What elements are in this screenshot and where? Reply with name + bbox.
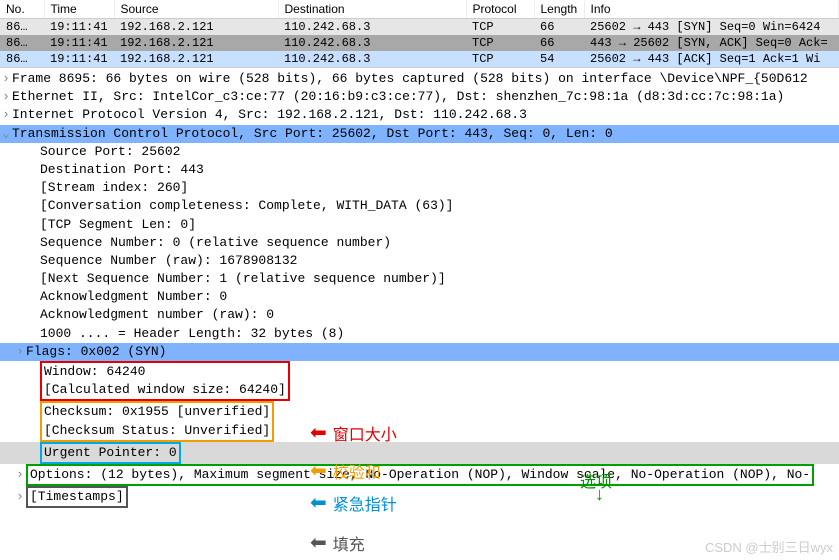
tcp-conversation[interactable]: [Conversation completeness: Complete, WI… bbox=[0, 197, 839, 215]
caret-right-icon: › bbox=[14, 343, 26, 361]
col-length[interactable]: Length bbox=[534, 0, 584, 19]
highlight-box-checksum: Checksum: 0x1955 [unverified] [Checksum … bbox=[40, 401, 274, 441]
tcp-urgent-line[interactable]: Urgent Pointer: 0 bbox=[0, 442, 839, 464]
tcp-stream[interactable]: [Stream index: 260] bbox=[0, 179, 839, 197]
arrow-left-icon: ⬅ bbox=[310, 490, 327, 515]
tcp-urgent: Urgent Pointer: 0 bbox=[44, 445, 177, 460]
packet-row[interactable]: 86… 19:11:41 192.168.2.121 110.242.68.3 … bbox=[0, 35, 839, 51]
caret-right-icon: › bbox=[0, 106, 12, 124]
arrow-left-icon: ⬅ bbox=[310, 530, 327, 555]
tcp-options: Options: (12 bytes), Maximum segment siz… bbox=[30, 467, 810, 482]
arrow-left-icon: ⬅ bbox=[310, 458, 327, 483]
arrow-left-icon: ⬅ bbox=[310, 420, 327, 445]
tcp-srcport[interactable]: Source Port: 25602 bbox=[0, 143, 839, 161]
caret-right-icon: › bbox=[0, 88, 12, 106]
tcp-window: Window: 64240 bbox=[44, 363, 286, 381]
col-info[interactable]: Info bbox=[584, 0, 839, 19]
caret-right-icon: › bbox=[14, 488, 26, 506]
tcp-hdrlen[interactable]: 1000 .... = Header Length: 32 bytes (8) bbox=[0, 325, 839, 343]
tcp-nextseq[interactable]: [Next Sequence Number: 1 (relative seque… bbox=[0, 270, 839, 288]
tcp-ack[interactable]: Acknowledgment Number: 0 bbox=[0, 288, 839, 306]
annotation-fill: ⬅填充 bbox=[310, 530, 365, 555]
tcp-timestamps: [Timestamps] bbox=[30, 489, 124, 504]
tcp-seglen[interactable]: [TCP Segment Len: 0] bbox=[0, 216, 839, 234]
tcp-checksum-group[interactable]: Checksum: 0x1955 [unverified] [Checksum … bbox=[0, 401, 839, 441]
tree-frame[interactable]: ›Frame 8695: 66 bytes on wire (528 bits)… bbox=[0, 70, 839, 88]
caret-right-icon: › bbox=[0, 70, 12, 88]
annotation-checksum: ⬅校验和 bbox=[310, 458, 381, 483]
highlight-box-urgent: Urgent Pointer: 0 bbox=[40, 442, 181, 464]
highlight-box-window: Window: 64240 [Calculated window size: 6… bbox=[40, 361, 290, 401]
arrow-down-icon: ↓ bbox=[594, 486, 605, 506]
tree-ethernet[interactable]: ›Ethernet II, Src: IntelCor_c3:ce:77 (20… bbox=[0, 88, 839, 106]
tcp-calcwin: [Calculated window size: 64240] bbox=[44, 381, 286, 399]
tcp-checksum: Checksum: 0x1955 [unverified] bbox=[44, 403, 270, 421]
table-header-row: No. Time Source Destination Protocol Len… bbox=[0, 0, 839, 19]
tree-ip[interactable]: ›Internet Protocol Version 4, Src: 192.1… bbox=[0, 106, 839, 124]
tcp-ack-raw[interactable]: Acknowledgment number (raw): 0 bbox=[0, 306, 839, 324]
col-no[interactable]: No. bbox=[0, 0, 44, 19]
tcp-dstport[interactable]: Destination Port: 443 bbox=[0, 161, 839, 179]
tcp-seq-raw[interactable]: Sequence Number (raw): 1678908132 bbox=[0, 252, 839, 270]
highlight-box-timestamps: [Timestamps] bbox=[26, 486, 128, 508]
tree-tcp-flags[interactable]: ›Flags: 0x002 (SYN) bbox=[0, 343, 839, 361]
watermark: CSDN @士别三日wyx bbox=[705, 537, 833, 556]
tcp-seq-rel[interactable]: Sequence Number: 0 (relative sequence nu… bbox=[0, 234, 839, 252]
col-time[interactable]: Time bbox=[44, 0, 114, 19]
packet-row[interactable]: 86… 19:11:41 192.168.2.121 110.242.68.3 … bbox=[0, 19, 839, 36]
caret-right-icon: › bbox=[14, 466, 26, 484]
packet-list-table[interactable]: No. Time Source Destination Protocol Len… bbox=[0, 0, 839, 67]
tcp-window-group[interactable]: Window: 64240 [Calculated window size: 6… bbox=[0, 361, 839, 401]
col-source[interactable]: Source bbox=[114, 0, 278, 19]
tree-tcp[interactable]: ⌄Transmission Control Protocol, Src Port… bbox=[0, 125, 839, 143]
annotation-window: ⬅窗口大小 bbox=[310, 420, 397, 445]
col-protocol[interactable]: Protocol bbox=[466, 0, 534, 19]
col-destination[interactable]: Destination bbox=[278, 0, 466, 19]
tree-tcp-options[interactable]: › Options: (12 bytes), Maximum segment s… bbox=[0, 464, 839, 486]
annotation-urgent: ⬅紧急指针 bbox=[310, 490, 397, 515]
tree-tcp-timestamps[interactable]: › [Timestamps] bbox=[0, 486, 839, 508]
highlight-box-options: Options: (12 bytes), Maximum segment siz… bbox=[26, 464, 814, 486]
tcp-chkstatus: [Checksum Status: Unverified] bbox=[44, 422, 270, 440]
packet-row[interactable]: 86… 19:11:41 192.168.2.121 110.242.68.3 … bbox=[0, 51, 839, 67]
caret-down-icon: ⌄ bbox=[0, 125, 12, 143]
packet-details-pane[interactable]: ›Frame 8695: 66 bytes on wire (528 bits)… bbox=[0, 67, 839, 508]
